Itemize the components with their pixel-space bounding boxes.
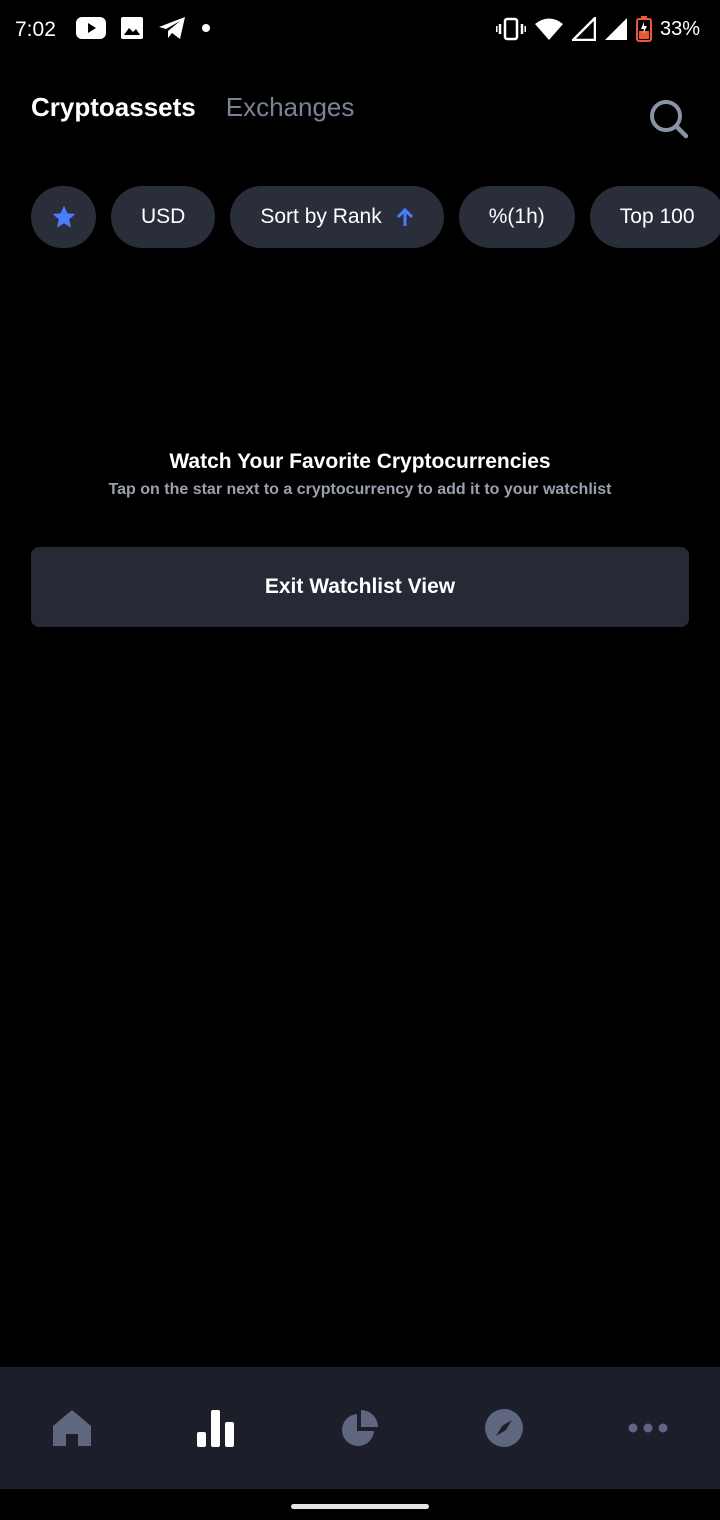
search-button[interactable]: [648, 98, 690, 140]
nav-explore[interactable]: [474, 1398, 534, 1458]
exit-watchlist-button[interactable]: Exit Watchlist View: [31, 547, 689, 627]
nav-more[interactable]: [618, 1398, 678, 1458]
status-bar: 7:02 33%: [0, 0, 720, 62]
youtube-icon: [76, 17, 106, 39]
chart-bars-icon: [197, 1410, 234, 1447]
more-icon: [628, 1423, 668, 1433]
empty-state-title: Watch Your Favorite Cryptocurrencies: [169, 450, 551, 473]
empty-state-subtitle: Tap on the star next to a cryptocurrency…: [108, 481, 612, 498]
tab-exchanges[interactable]: Exchanges: [226, 92, 355, 123]
top-filter-label: Top 100: [619, 205, 695, 228]
arrow-up-icon: [396, 207, 414, 227]
nav-home[interactable]: [42, 1398, 102, 1458]
pie-chart-icon: [342, 1410, 378, 1446]
top-filter-button[interactable]: Top 100: [589, 186, 720, 248]
currency-button[interactable]: USD: [111, 186, 216, 248]
empty-state: Watch Your Favorite Cryptocurrencies Tap…: [0, 450, 720, 499]
tab-cryptoassets[interactable]: Cryptoassets: [31, 92, 196, 123]
top-tabs: Cryptoassets Exchanges: [31, 92, 354, 123]
sort-button[interactable]: Sort by Rank: [230, 186, 444, 248]
wifi-icon: [534, 18, 563, 40]
vibrate-icon: [495, 17, 526, 41]
search-icon: [650, 100, 689, 139]
home-indicator[interactable]: [291, 1504, 429, 1509]
signal-icon: [604, 18, 627, 40]
dot-icon: [202, 24, 210, 32]
watchlist-toggle-button[interactable]: [31, 186, 96, 248]
currency-label: USD: [141, 205, 186, 228]
change-period-label: %(1h): [488, 205, 545, 228]
sort-label: Sort by Rank: [260, 205, 382, 228]
home-icon: [53, 1410, 91, 1446]
battery-icon: [635, 16, 652, 42]
star-icon: [52, 205, 75, 228]
nav-portfolio[interactable]: [330, 1398, 390, 1458]
filter-bar: USD Sort by Rank %(1h) Top 100: [31, 186, 720, 248]
status-right-icons: 33%: [495, 16, 700, 42]
bottom-nav: [0, 1367, 720, 1489]
change-period-button[interactable]: %(1h): [458, 186, 575, 248]
telegram-icon: [159, 17, 185, 39]
nav-markets[interactable]: [186, 1398, 246, 1458]
battery-percent: 33%: [659, 17, 700, 40]
gallery-icon: [121, 17, 143, 39]
status-time: 7:02: [15, 18, 56, 41]
signal-icon: [571, 17, 596, 41]
compass-icon: [485, 1409, 523, 1447]
status-left-icons: [76, 16, 212, 40]
